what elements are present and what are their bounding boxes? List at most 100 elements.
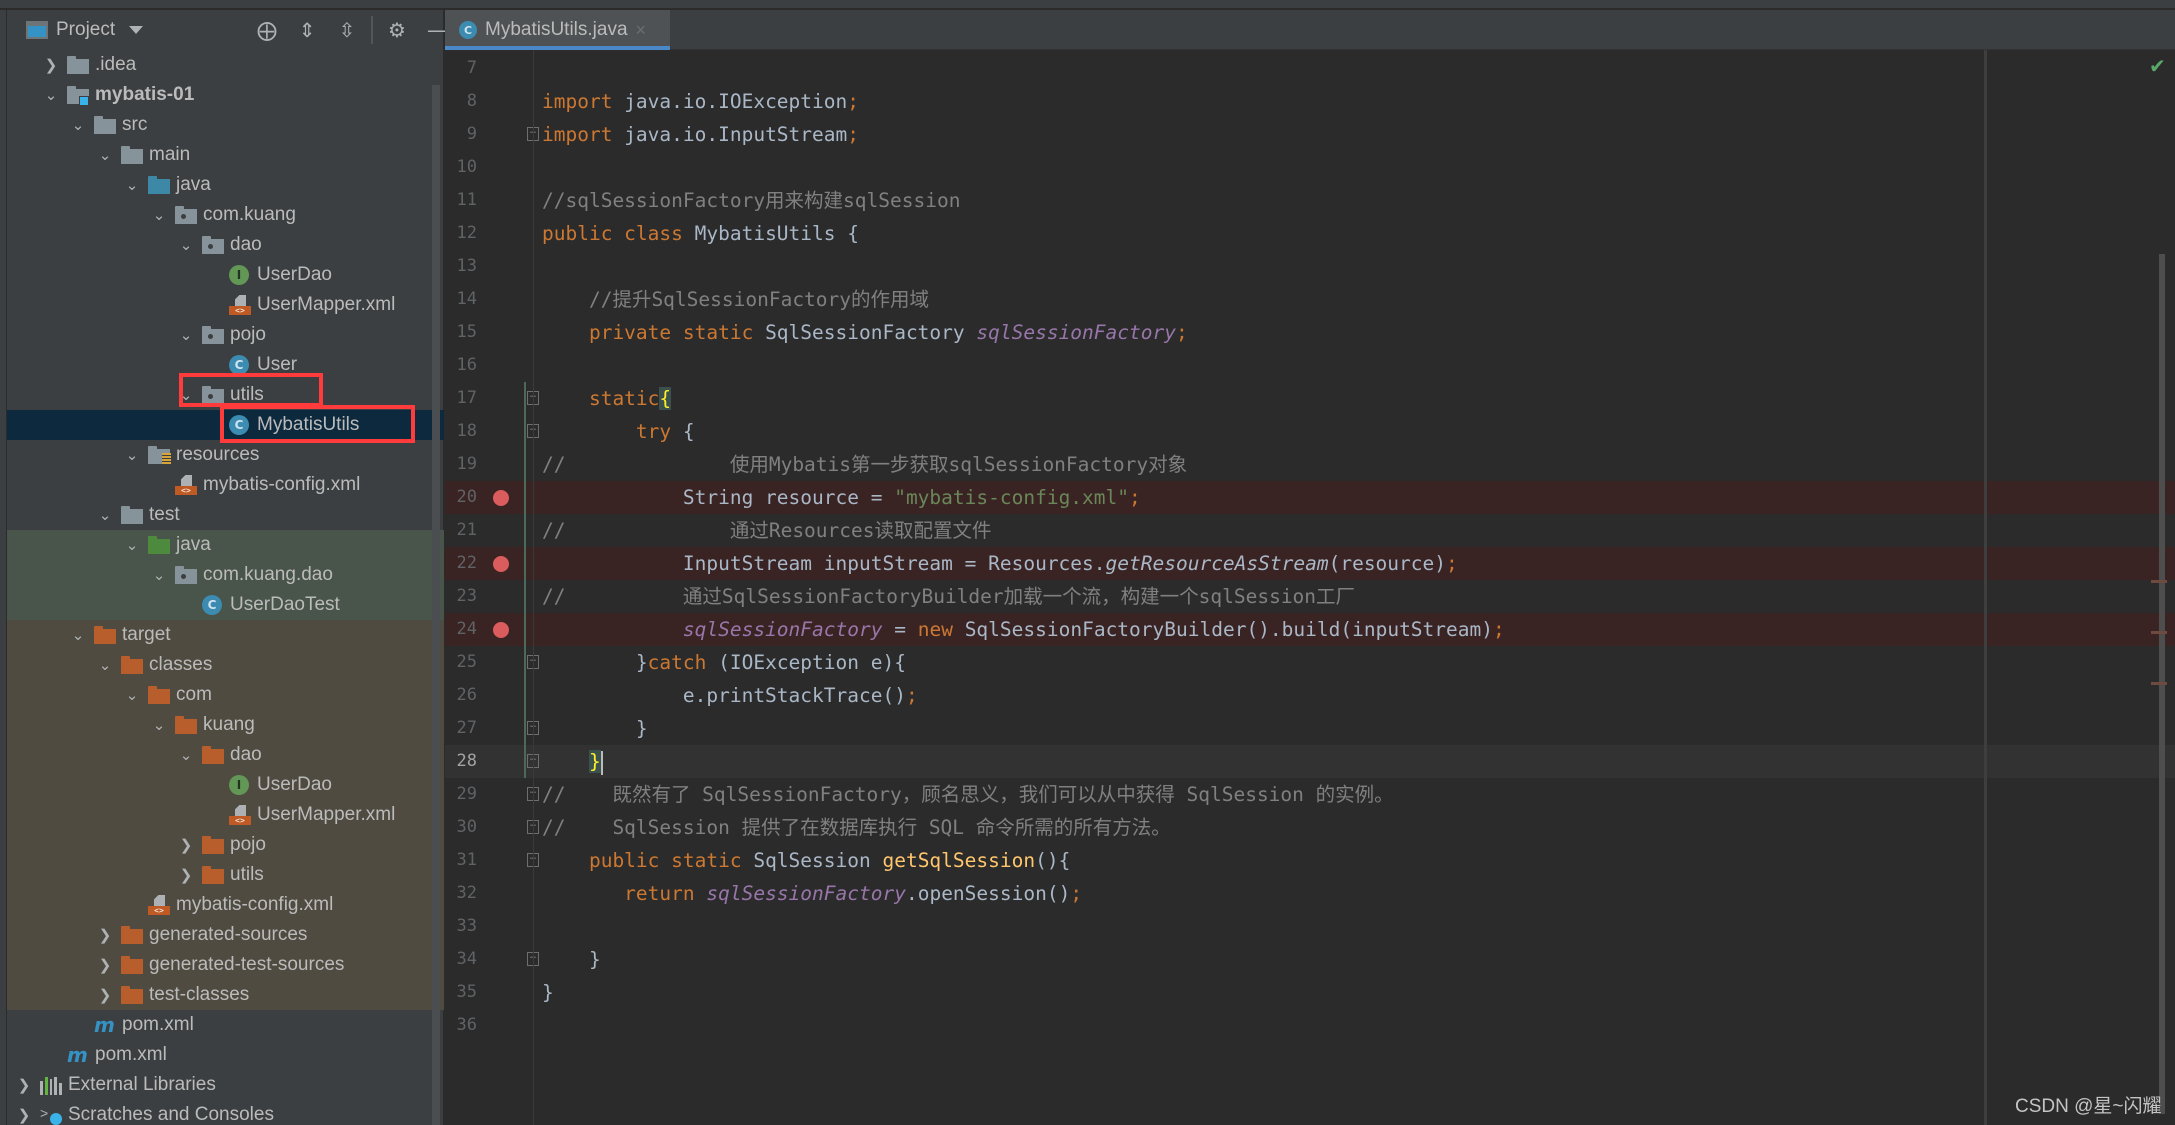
tree-item-kuang[interactable]: ⌄ kuang <box>7 710 444 740</box>
code-line[interactable]: 20 String resource = "mybatis-config.xml… <box>445 481 2175 514</box>
line-number[interactable]: 30 <box>445 811 477 844</box>
tree-item-target[interactable]: ⌄ target <box>7 620 444 650</box>
code-line[interactable]: 21 // 通过Resources读取配置文件 <box>445 514 2175 547</box>
tree-item-resources[interactable]: ⌄ resources <box>7 440 444 470</box>
tree-item-test-classes[interactable]: ❯ test-classes <box>7 980 444 1010</box>
tree-item-package-com-kuang[interactable]: ⌄ com.kuang <box>7 200 444 230</box>
line-number[interactable]: 22 <box>445 547 477 580</box>
tree-item-generated-sources[interactable]: ❯ generated-sources <box>7 920 444 950</box>
code-line[interactable]: 30−// SqlSession 提供了在数据库执行 SQL 命令所需的所有方法… <box>445 811 2175 844</box>
code-line[interactable]: 32 return sqlSessionFactory.openSession(… <box>445 877 2175 910</box>
line-number[interactable]: 29 <box>445 778 477 811</box>
line-number[interactable]: 20 <box>445 481 477 514</box>
tree-item-target-mybatis-config-xml[interactable]: <> mybatis-config.xml <box>7 890 444 920</box>
code-line[interactable]: 26 e.printStackTrace(); <box>445 679 2175 712</box>
vcs-change-marker[interactable] <box>524 382 526 778</box>
collapse-all-icon[interactable]: ⇳ <box>327 10 367 50</box>
gear-icon[interactable]: ⚙ <box>377 10 417 50</box>
tree-item-scratches[interactable]: ❯ > Scratches and Consoles <box>7 1100 444 1125</box>
tree-item-src[interactable]: ⌄ src <box>7 110 444 140</box>
tree-item-java-source[interactable]: ⌄ java <box>7 170 444 200</box>
line-number[interactable]: 7 <box>445 52 477 85</box>
chevron-down-icon[interactable]: ⌄ <box>68 626 88 644</box>
tree-item-target-userdao[interactable]: I UserDao <box>7 770 444 800</box>
tree-item-root-pom-xml[interactable]: m pom.xml <box>7 1040 444 1070</box>
chevron-right-icon[interactable]: ❯ <box>176 836 196 854</box>
code-line[interactable]: 18− try { <box>445 415 2175 448</box>
tree-item-com[interactable]: ⌄ com <box>7 680 444 710</box>
chevron-down-icon[interactable]: ⌄ <box>95 656 115 674</box>
chevron-right-icon[interactable]: ❯ <box>14 1076 34 1094</box>
chevron-down-icon[interactable]: ⌄ <box>149 566 169 584</box>
line-number[interactable]: 16 <box>445 349 477 382</box>
line-number[interactable]: 36 <box>445 1009 477 1042</box>
line-number[interactable]: 33 <box>445 910 477 943</box>
tree-item-target-usermapper-xml[interactable]: <> UserMapper.xml <box>7 800 444 830</box>
tree-item-main[interactable]: ⌄ main <box>7 140 444 170</box>
line-number[interactable]: 11 <box>445 184 477 217</box>
line-number[interactable]: 10 <box>445 151 477 184</box>
tree-item-package-dao[interactable]: ⌄ dao <box>7 230 444 260</box>
tree-item-generated-test-sources[interactable]: ❯ generated-test-sources <box>7 950 444 980</box>
code-editor[interactable]: 3635}34− }3332 return sqlSessionFactory.… <box>445 50 2175 1125</box>
tree-item-target-dao[interactable]: ⌄ dao <box>7 740 444 770</box>
code-line[interactable]: 27− } <box>445 712 2175 745</box>
chevron-down-icon[interactable]: ⌄ <box>176 326 196 344</box>
tree-item-userdao[interactable]: I UserDao <box>7 260 444 290</box>
code-line[interactable]: 16 <box>445 349 2175 382</box>
code-line[interactable]: 24 sqlSessionFactory = new SqlSessionFac… <box>445 613 2175 646</box>
chevron-down-icon[interactable]: ⌄ <box>176 746 196 764</box>
line-number[interactable]: 14 <box>445 283 477 316</box>
code-line[interactable]: 35} <box>445 976 2175 1009</box>
chevron-right-icon[interactable]: ❯ <box>14 1106 34 1124</box>
line-number[interactable]: 31 <box>445 844 477 877</box>
line-number[interactable]: 23 <box>445 580 477 613</box>
code-line[interactable]: 19 // 使用Mybatis第一步获取sqlSessionFactory对象 <box>445 448 2175 481</box>
code-line[interactable]: 31− public static SqlSession getSqlSessi… <box>445 844 2175 877</box>
code-line[interactable]: 36 <box>445 1009 2175 1042</box>
chevron-right-icon[interactable]: ❯ <box>95 926 115 944</box>
chevron-down-icon[interactable]: ⌄ <box>122 686 142 704</box>
line-number[interactable]: 8 <box>445 85 477 118</box>
chevron-right-icon[interactable]: ❯ <box>41 56 61 74</box>
code-line[interactable]: 17− static{ <box>445 382 2175 415</box>
chevron-right-icon[interactable]: ❯ <box>95 986 115 1004</box>
breakpoint-icon[interactable] <box>493 622 509 638</box>
line-number[interactable]: 21 <box>445 514 477 547</box>
line-number[interactable]: 26 <box>445 679 477 712</box>
tree-item-idea[interactable]: ❯ .idea <box>7 50 444 80</box>
line-number[interactable]: 32 <box>445 877 477 910</box>
chevron-right-icon[interactable]: ❯ <box>176 866 196 884</box>
chevron-down-icon[interactable]: ⌄ <box>122 536 142 554</box>
line-number[interactable]: 24 <box>445 613 477 646</box>
tab-mybatisutils-java[interactable]: C MybatisUtils.java × <box>445 10 670 50</box>
code-line[interactable]: 14 //提升SqlSessionFactory的作用域 <box>445 283 2175 316</box>
line-number[interactable]: 28 <box>445 745 477 778</box>
project-view-selector[interactable]: Project <box>26 19 144 41</box>
line-number[interactable]: 9 <box>445 118 477 151</box>
tree-item-target-pojo[interactable]: ❯ pojo <box>7 830 444 860</box>
line-number[interactable]: 25 <box>445 646 477 679</box>
code-line[interactable]: 9−import java.io.InputStream; <box>445 118 2175 151</box>
code-line[interactable]: 28− } <box>445 745 2175 778</box>
code-line[interactable]: 10 <box>445 151 2175 184</box>
code-line[interactable]: 29−// 既然有了 SqlSessionFactory，顾名思义，我们可以从中… <box>445 778 2175 811</box>
line-number[interactable]: 17 <box>445 382 477 415</box>
tree-item-module-pom-xml[interactable]: m pom.xml <box>7 1010 444 1040</box>
locate-icon[interactable]: ⨁ <box>247 10 287 50</box>
code-line[interactable]: 13 <box>445 250 2175 283</box>
code-line[interactable]: 15 private static SqlSessionFactory sqlS… <box>445 316 2175 349</box>
project-scrollbar[interactable] <box>432 85 440 1125</box>
chevron-down-icon[interactable]: ⌄ <box>95 146 115 164</box>
chevron-down-icon[interactable]: ⌄ <box>176 236 196 254</box>
chevron-down-icon[interactable]: ⌄ <box>95 506 115 524</box>
chevron-down-icon[interactable]: ⌄ <box>149 716 169 734</box>
line-number[interactable]: 12 <box>445 217 477 250</box>
tree-item-test[interactable]: ⌄ test <box>7 500 444 530</box>
chevron-down-icon[interactable]: ⌄ <box>68 116 88 134</box>
tree-item-target-utils[interactable]: ❯ utils <box>7 860 444 890</box>
code-line[interactable]: 25− }catch (IOException e){ <box>445 646 2175 679</box>
chevron-down-icon[interactable]: ⌄ <box>122 176 142 194</box>
tree-item-external-libraries[interactable]: ❯ External Libraries <box>7 1070 444 1100</box>
code-line[interactable]: 33 <box>445 910 2175 943</box>
